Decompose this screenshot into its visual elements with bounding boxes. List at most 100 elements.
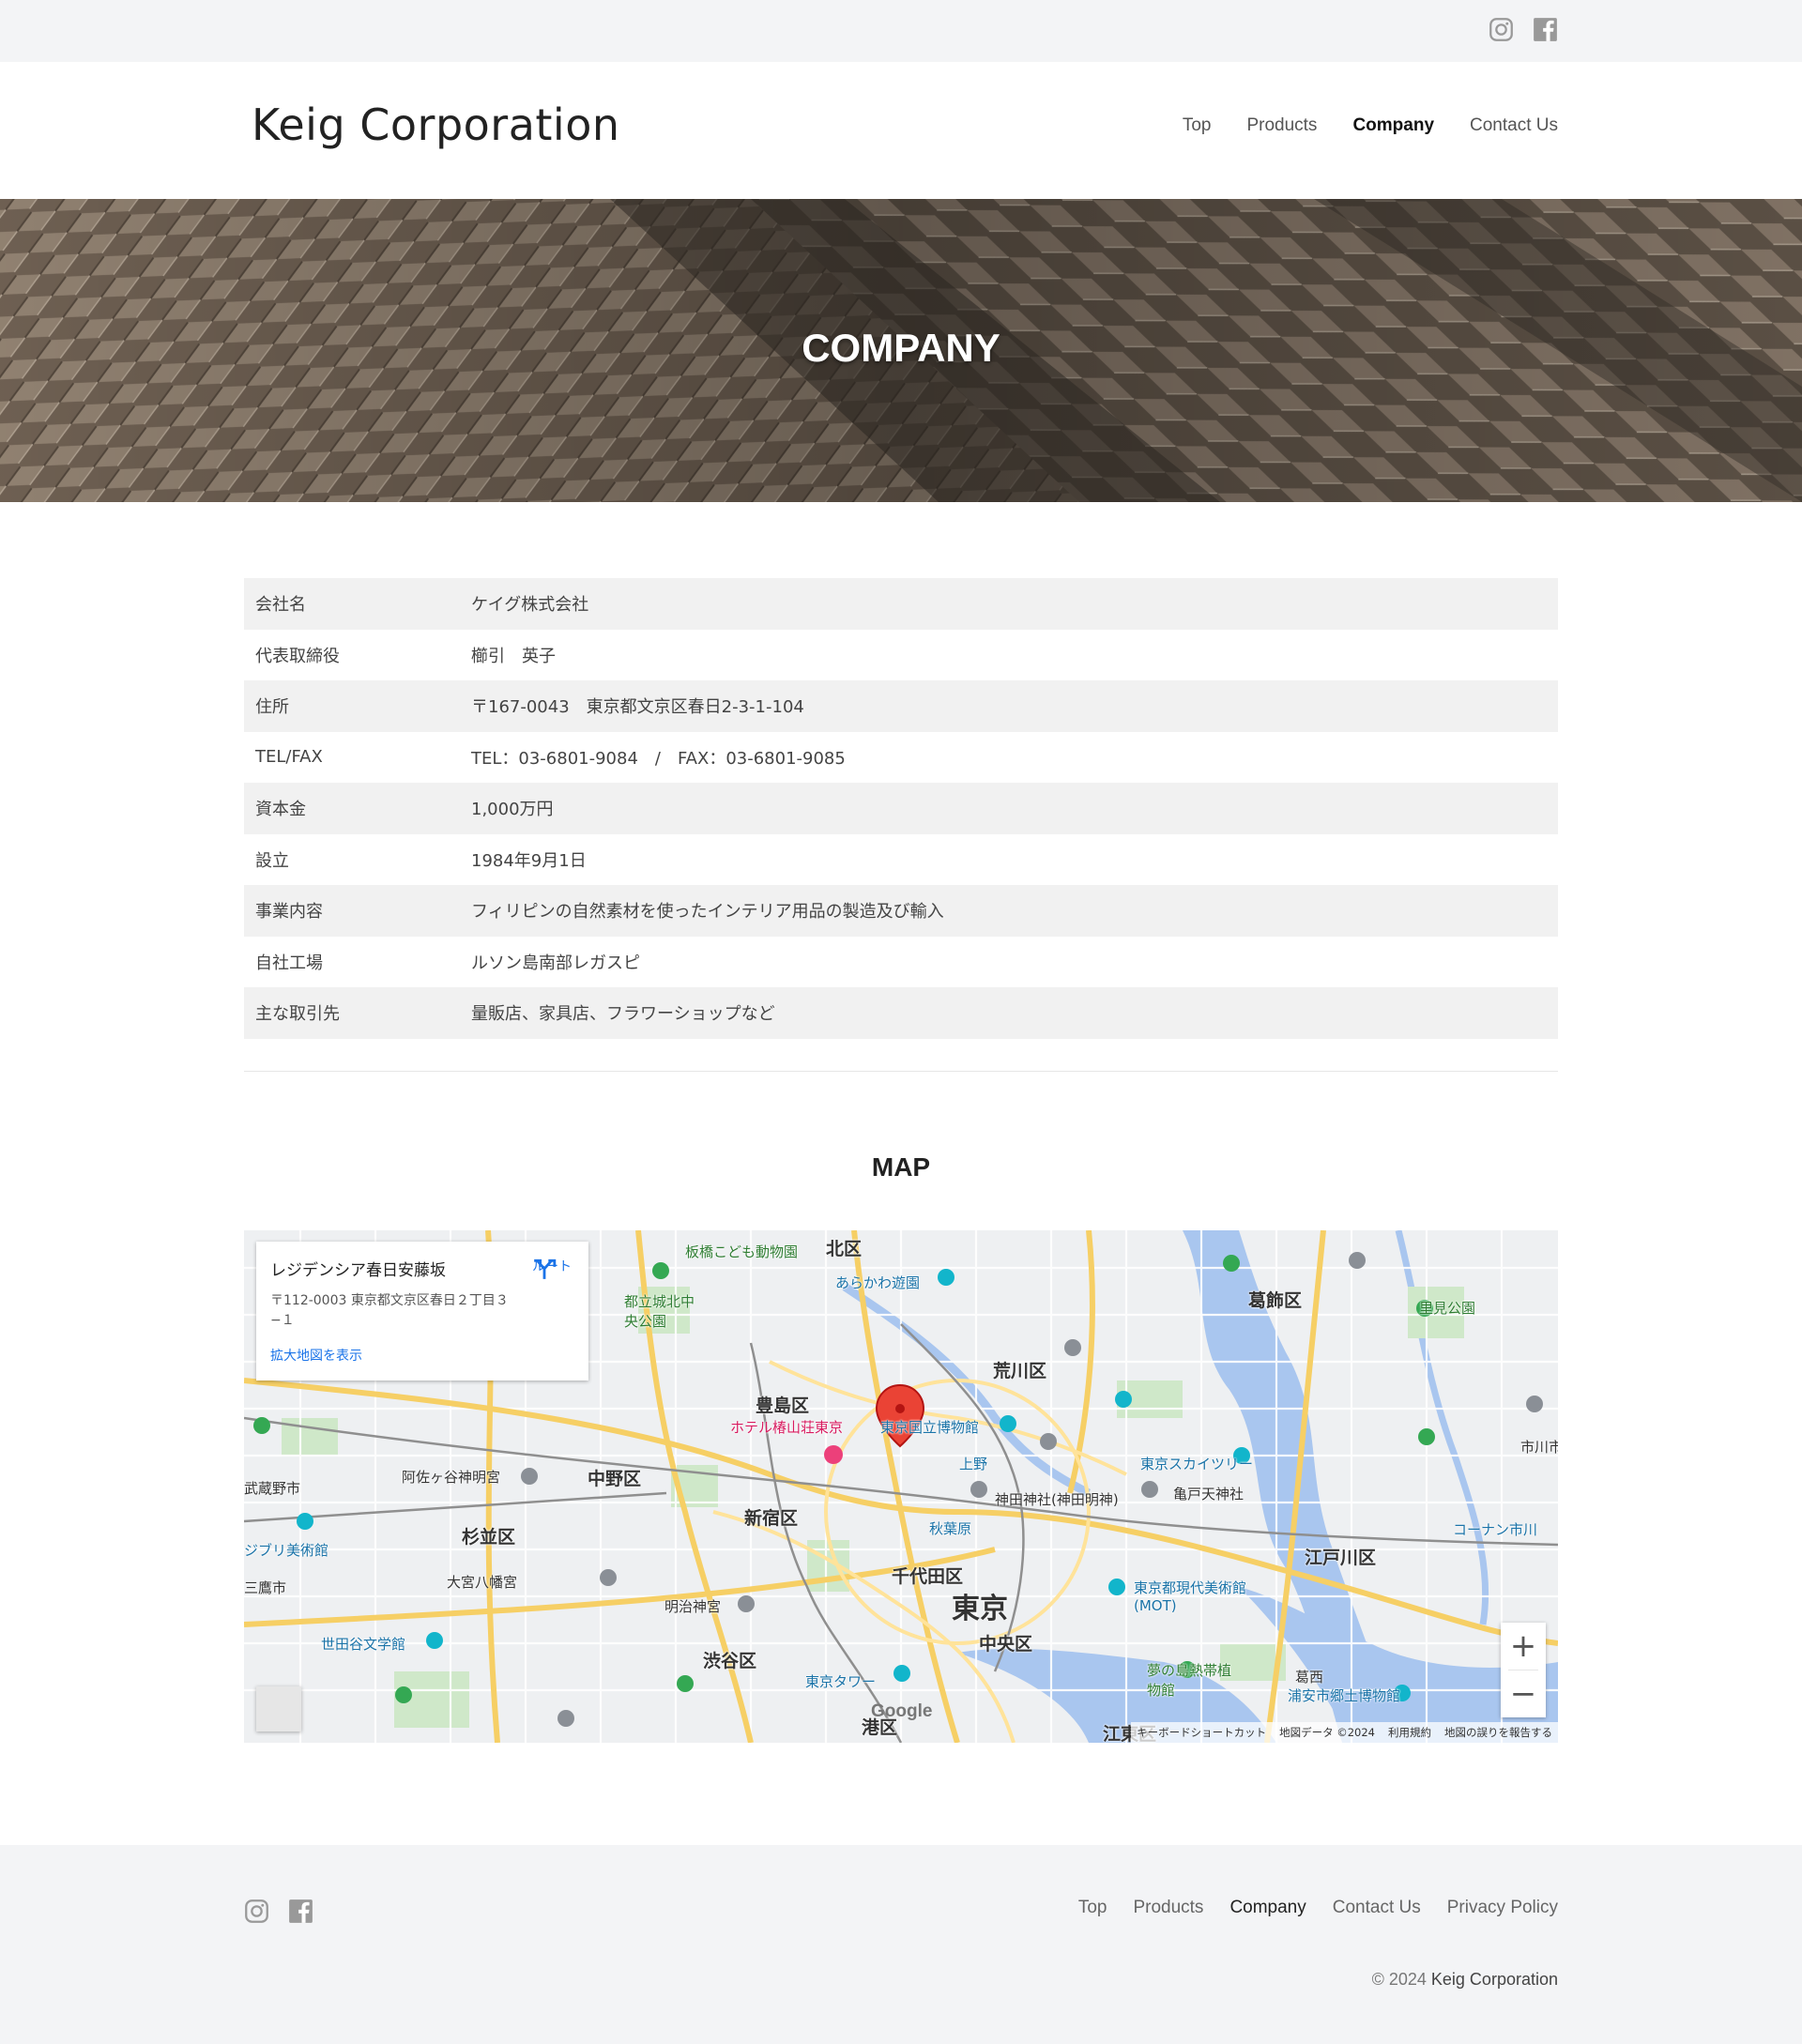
main-nav: Top Products Company Contact Us: [1183, 115, 1558, 136]
map-place-card: レジデンシア春日安藤坂 〒112-0003 東京都文京区春日２丁目３−１ 拡大地…: [256, 1242, 588, 1380]
footer-nav-contact-us[interactable]: Contact Us: [1333, 1898, 1421, 1918]
map-label: 浦安市郷土博物館: [1288, 1687, 1401, 1704]
map-label: 新宿区: [744, 1508, 799, 1529]
zoom-in-button[interactable]: +: [1501, 1623, 1546, 1670]
map-attribution: キーボードショートカット 地図データ ©2024 利用規約 地図の誤りを報告する: [1131, 1722, 1558, 1743]
footer-nav-products[interactable]: Products: [1133, 1898, 1203, 1918]
info-label: 自社工場: [255, 953, 323, 973]
map-label: 杉並区: [462, 1527, 516, 1548]
google-map-embed[interactable]: 北区 豊島区 荒川区 葛飾区 中野区 新宿区 杉並区 千代田区 東京 中央区 渋…: [244, 1230, 1558, 1743]
map-label: 阿佐ヶ谷神明宮: [402, 1469, 501, 1486]
info-label: 会社名: [255, 595, 306, 616]
map-label: 葛西: [1295, 1669, 1324, 1686]
map-label: 明治神宮: [664, 1598, 722, 1615]
info-value: ルソン島南部レガスピ: [471, 953, 640, 973]
site-footer: Top Products Company Contact Us Privacy …: [0, 1845, 1802, 2044]
footer-nav-top[interactable]: Top: [1078, 1898, 1107, 1918]
keyboard-shortcuts-link[interactable]: キーボードショートカット: [1137, 1725, 1266, 1740]
info-label: 主な取引先: [255, 1004, 340, 1025]
copyright-brand: Keig Corporation: [1430, 1970, 1558, 1989]
map-label: 荒川区: [993, 1361, 1047, 1381]
info-row-capital: 資本金 1,000万円: [244, 783, 1558, 834]
map-label: 秋葉原: [929, 1520, 972, 1537]
footer-nav-company[interactable]: Company: [1229, 1898, 1306, 1918]
map-label: 市川市: [1520, 1439, 1558, 1456]
nav-products[interactable]: Products: [1246, 115, 1317, 136]
info-label: 資本金: [255, 800, 306, 820]
info-value: TEL：03-6801-9084 / FAX：03-6801-9085: [471, 748, 846, 769]
facebook-icon[interactable]: [288, 1899, 313, 1924]
info-label: TEL/FAX: [255, 747, 323, 768]
info-value: ケイグ株式会社: [471, 595, 589, 616]
top-social-links: [1489, 17, 1558, 42]
map-label: 大宮八幡宮: [447, 1574, 518, 1591]
map-data-credit: 地図データ ©2024: [1279, 1726, 1375, 1739]
info-value: フィリピンの自然素材を使ったインテリア用品の製造及び輸入: [471, 902, 944, 923]
map-label: 東京スカイツリー: [1140, 1456, 1254, 1472]
info-value: 量販店、家具店、フラワーショップなど: [471, 1004, 775, 1025]
map-label: 板橋こども動物園: [685, 1243, 799, 1260]
site-header: Keig Corporation Top Products Company Co…: [0, 62, 1802, 199]
info-value: 1,000万円: [471, 800, 554, 820]
info-label: 事業内容: [255, 902, 323, 923]
info-row-company-name: 会社名 ケイグ株式会社: [244, 578, 1558, 630]
nav-contact-us[interactable]: Contact Us: [1470, 115, 1558, 136]
info-row-business: 事業内容 フィリピンの自然素材を使ったインテリア用品の製造及び輸入: [244, 885, 1558, 937]
instagram-icon[interactable]: [244, 1899, 269, 1924]
report-error-link[interactable]: 地図の誤りを報告する: [1444, 1725, 1552, 1740]
company-info-table: 会社名 ケイグ株式会社 代表取締役 櫛引 英子 住所 〒167-0043 東京都…: [244, 578, 1558, 1039]
google-logo: Google: [871, 1701, 933, 1721]
facebook-icon[interactable]: [1533, 17, 1558, 42]
map-zoom-control: + −: [1501, 1623, 1546, 1717]
info-value: 〒167-0043 東京都文京区春日2-3-1-104: [471, 697, 804, 718]
place-address: 〒112-0003 東京都文京区春日２丁目３−１: [270, 1293, 509, 1328]
map-label: ホテル椿山荘東京: [730, 1419, 844, 1436]
view-larger-map-link[interactable]: 拡大地図を表示: [270, 1346, 574, 1365]
map-label: 上野: [959, 1456, 988, 1472]
info-label: 代表取締役: [255, 646, 340, 666]
footer-nav-privacy-policy[interactable]: Privacy Policy: [1447, 1898, 1558, 1918]
hero-banner: COMPANY: [0, 199, 1802, 502]
map-label: 葛飾区: [1248, 1290, 1303, 1311]
info-label: 住所: [255, 697, 289, 718]
map-label: 東京国立博物館: [880, 1419, 980, 1436]
nav-company[interactable]: Company: [1352, 115, 1434, 136]
map-label: 世田谷文学館: [321, 1636, 406, 1653]
page-title: COMPANY: [802, 326, 1000, 370]
map-label: コーナン市川: [1453, 1521, 1538, 1538]
footer-social-links: [244, 1899, 313, 1924]
directions-button[interactable]: ルート: [532, 1257, 572, 1279]
info-value: 1984年9月1日: [471, 850, 587, 871]
info-row-clients: 主な取引先 量販店、家具店、フラワーショップなど: [244, 987, 1558, 1039]
map-label: 江戸川区: [1305, 1548, 1377, 1568]
map-label: 夢の島熱帯植物館: [1147, 1662, 1232, 1699]
info-row-tel-fax: TEL/FAX TEL：03-6801-9084 / FAX：03-6801-9…: [244, 732, 1558, 784]
map-label: 東京都現代美術館(MOT): [1134, 1579, 1247, 1614]
top-bar: [0, 0, 1802, 62]
map-label: 里見公園: [1419, 1300, 1476, 1317]
map-heading: MAP: [871, 1152, 931, 1182]
map-label: 千代田区: [892, 1566, 964, 1587]
info-label: 設立: [255, 850, 289, 871]
instagram-icon[interactable]: [1489, 17, 1514, 42]
map-label: 神田神社(神田明神): [995, 1491, 1119, 1508]
section-divider: [244, 1071, 1558, 1072]
zoom-out-button[interactable]: −: [1501, 1670, 1546, 1717]
map-label: 豊島区: [756, 1396, 810, 1416]
site-logo[interactable]: Keig Corporation: [252, 99, 620, 150]
map-label: 亀戸天神社: [1173, 1486, 1245, 1502]
place-name: レジデンシア春日安藤坂: [270, 1261, 446, 1280]
map-label: あらかわ遊園: [835, 1274, 921, 1291]
nav-top[interactable]: Top: [1183, 115, 1212, 136]
map-label: 中野区: [588, 1469, 642, 1489]
map-label: 東京: [952, 1593, 1008, 1625]
copyright-prefix: © 2024: [1371, 1970, 1431, 1989]
map-label: 渋谷区: [703, 1651, 757, 1671]
map-label: 武蔵野市: [244, 1480, 301, 1497]
info-row-established: 設立 1984年9月1日: [244, 834, 1558, 886]
info-value: 櫛引 英子: [471, 646, 556, 666]
info-row-representative: 代表取締役 櫛引 英子: [244, 630, 1558, 681]
terms-link[interactable]: 利用規約: [1388, 1725, 1431, 1740]
street-view-pegman[interactable]: [256, 1686, 301, 1731]
map-label: 東京タワー: [805, 1673, 877, 1690]
